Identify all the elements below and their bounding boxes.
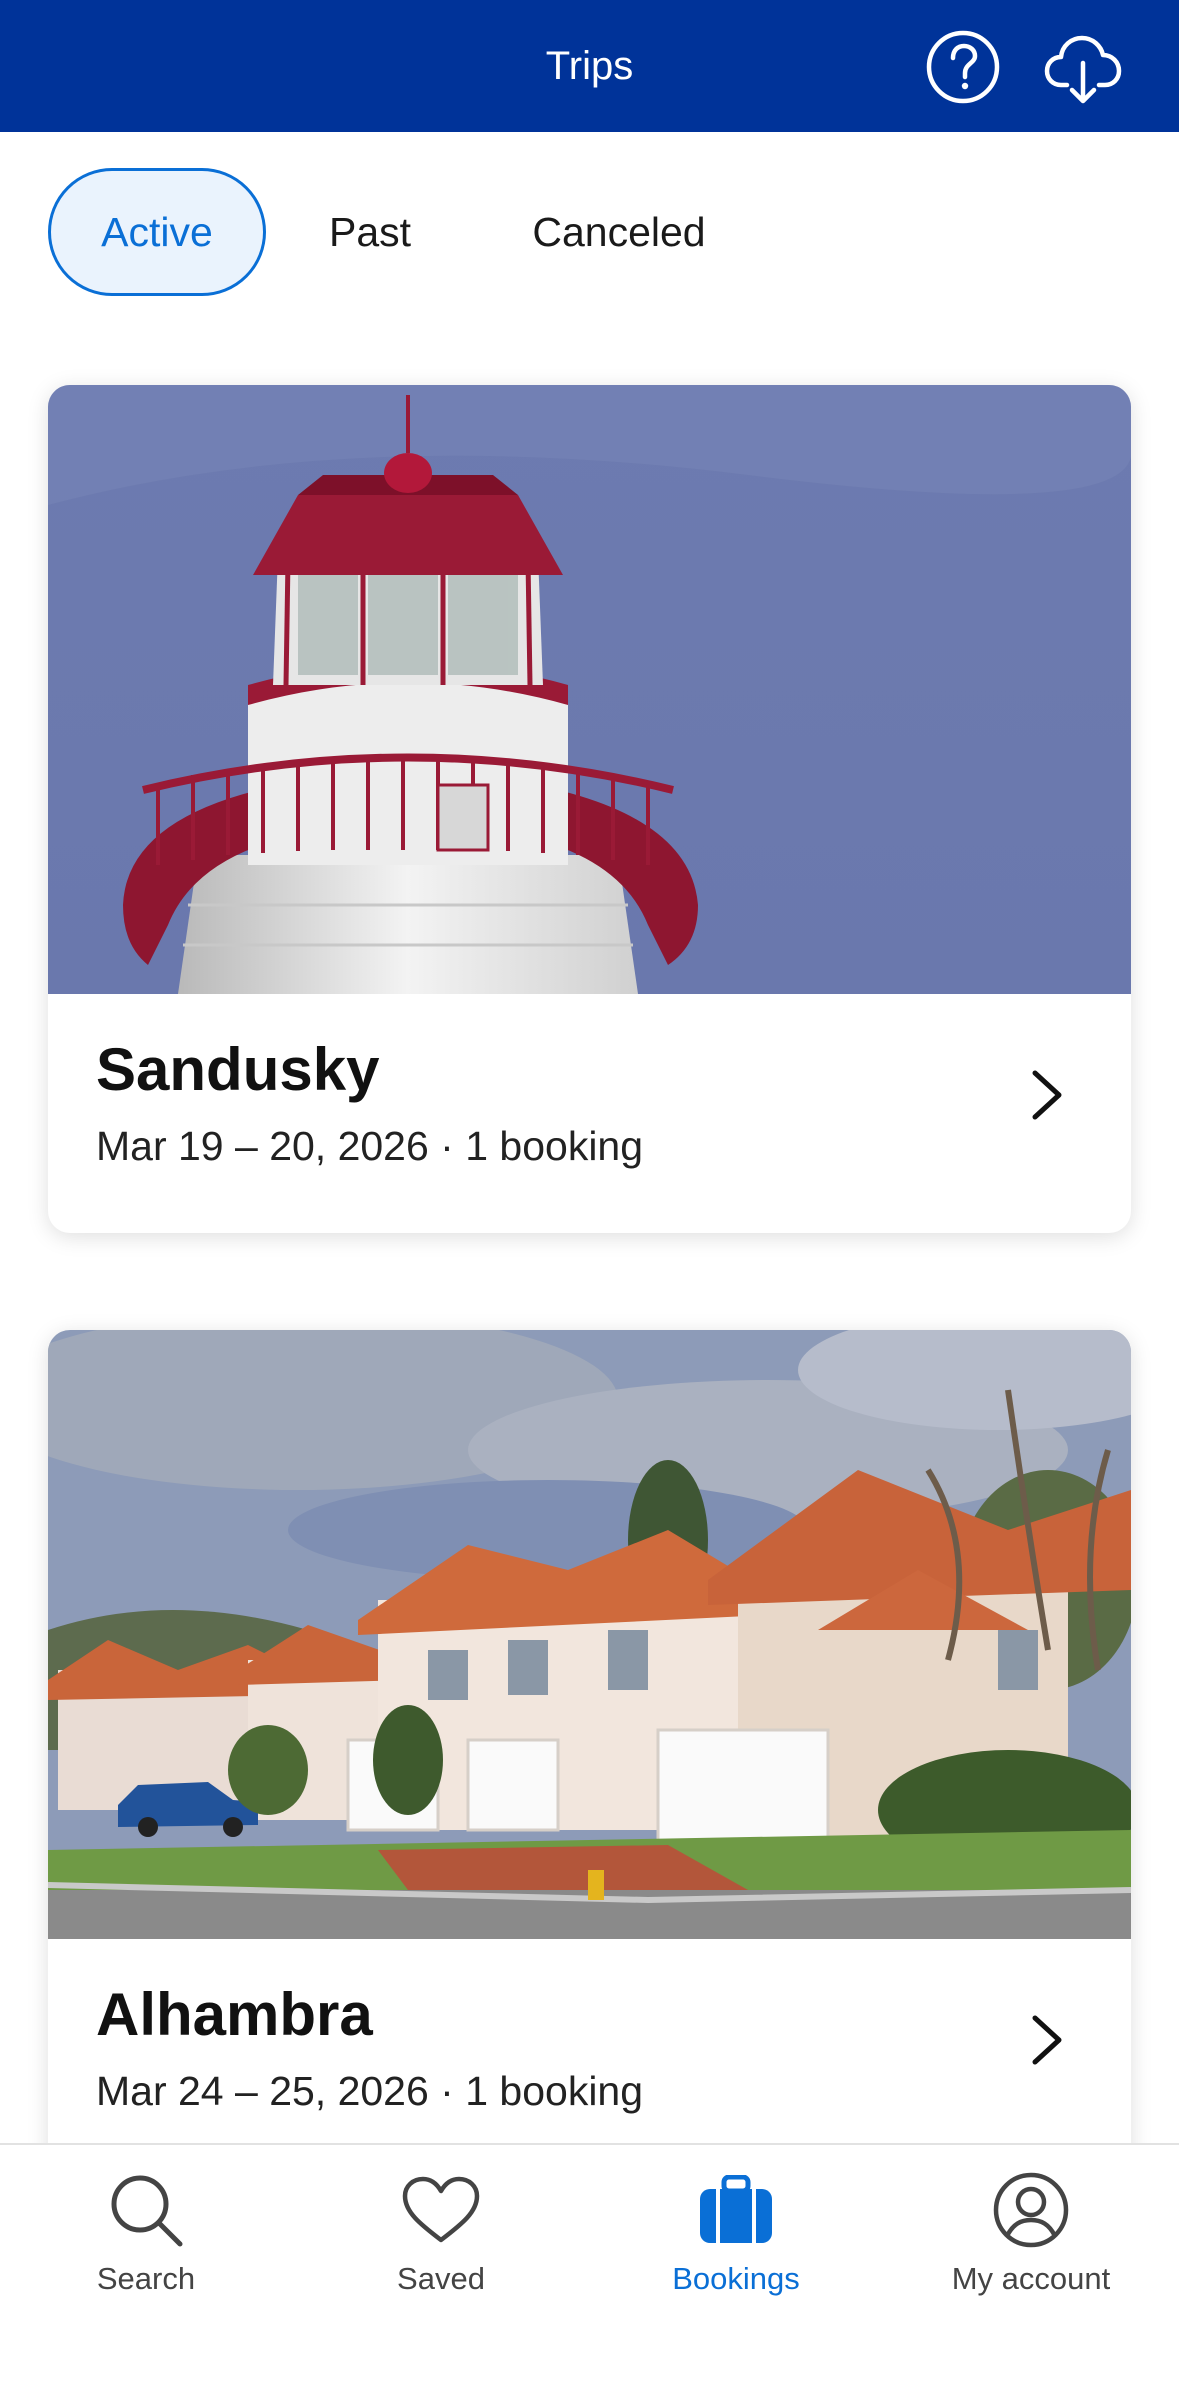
nav-bookings[interactable]: Bookings [626,2165,846,2315]
chevron-right-icon [1032,2015,1062,2065]
nav-saved[interactable]: Saved [331,2165,551,2315]
search-icon [111,2175,183,2247]
nav-label: My account [951,2261,1111,2296]
nav-label: Saved [397,2261,485,2296]
chevron-right-icon [1032,1070,1062,1120]
trip-card-alhambra[interactable]: Alhambra Mar 24 – 25, 2026 · 1 booking [48,1330,1131,2178]
top-app-bar: Trips [0,0,1179,132]
account-icon [993,2172,1069,2248]
trip-photo-houses [48,1330,1131,1939]
bottom-nav: Search Saved Bookings My account [0,2143,1179,2398]
heart-icon [402,2176,480,2243]
nav-search[interactable]: Search [36,2165,256,2315]
trip-dates: Mar 19 – 20, 2026 · 1 booking [96,1123,644,1169]
suitcase-icon [700,2175,772,2243]
trip-name: Sandusky [96,1036,380,1103]
tab-canceled[interactable]: Canceled [494,168,744,296]
help-button[interactable] [922,26,1004,108]
download-button[interactable] [1042,26,1124,108]
nav-label: Bookings [672,2261,800,2296]
nav-label: Search [96,2261,196,2296]
nav-my-account[interactable]: My account [921,2165,1141,2315]
tab-past[interactable]: Past [300,168,440,296]
cloud-download-icon [1044,35,1122,104]
trip-card-sandusky[interactable]: Sandusky Mar 19 – 20, 2026 · 1 booking [48,385,1131,1233]
help-icon [926,30,1000,104]
trip-dates: Mar 24 – 25, 2026 · 1 booking [96,2068,644,2114]
trip-photo-lighthouse [48,385,1131,994]
trip-name: Alhambra [96,1981,373,2048]
tab-active[interactable]: Active [48,168,266,296]
